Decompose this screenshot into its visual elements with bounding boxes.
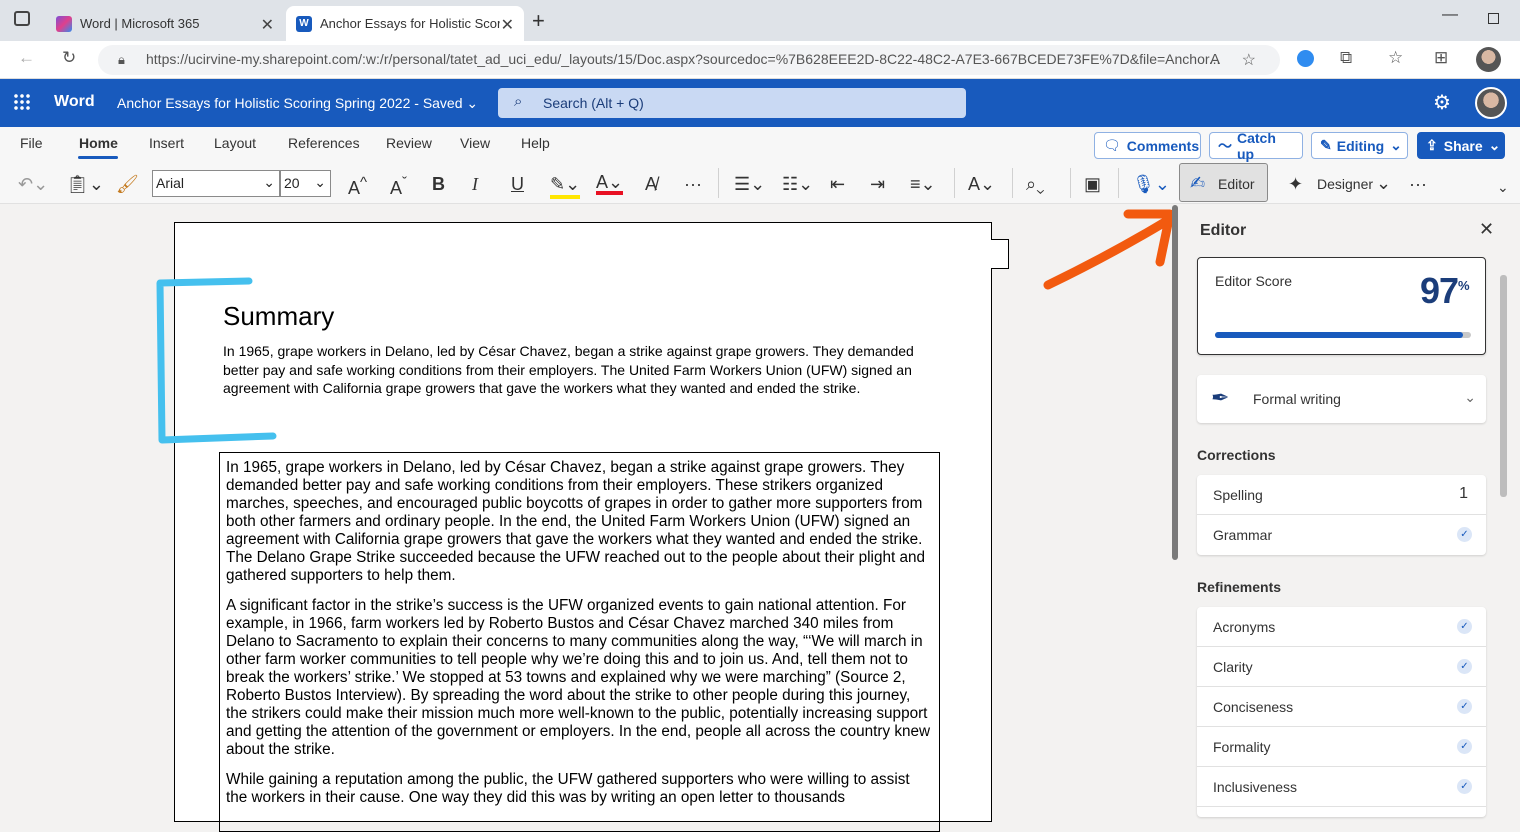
refinement-label: Clarity [1213,659,1253,675]
refinement-clarity[interactable]: Clarity ✓ [1197,647,1486,687]
score-label: Editor Score [1215,273,1293,289]
refinement-label: Conciseness [1213,699,1294,715]
refinement-inclusiveness[interactable]: Inclusiveness ✓ [1197,767,1486,807]
corrections-list: Spelling 1 Grammar ✓ [1197,475,1486,555]
highlight-bracket [156,277,277,444]
refinement-formality[interactable]: Formality ✓ [1197,727,1486,767]
close-icon[interactable]: ✕ [1479,219,1494,240]
pointer-arrow [1043,209,1175,290]
editor-score-card[interactable]: Editor Score 97% [1197,257,1486,355]
writing-style-label: Formal writing [1253,391,1341,407]
score-unit: % [1458,278,1470,293]
editor-pane-title: Editor [1200,222,1247,239]
refinements-heading: Refinements [1197,579,1282,595]
refinement-label: Acronyms [1213,619,1276,635]
fountain-pen-icon: ✒︎ [1211,385,1230,410]
chevron-down-icon: ⌄ [1464,389,1476,405]
refinement-label: Inclusiveness [1213,779,1298,795]
score-progress-track [1215,332,1471,338]
refinement-acronyms[interactable]: Acronyms ✓ [1197,607,1486,647]
correction-label: Grammar [1213,527,1273,543]
correction-grammar[interactable]: Grammar ✓ [1197,515,1486,555]
document-scrollbar[interactable] [1172,205,1178,560]
checkmark-icon: ✓ [1457,659,1472,674]
refinement-conciseness[interactable]: Conciseness ✓ [1197,687,1486,727]
correction-label: Spelling [1213,487,1263,503]
checkmark-icon: ✓ [1457,527,1472,542]
editor-pane-scrollbar[interactable] [1500,275,1507,497]
editor-pane: Editor ✕ Editor Score 97% ✒︎ Formal writ… [1183,205,1520,817]
score-number: 97 [1420,270,1459,311]
score-value: 97% [1420,270,1470,312]
checkmark-icon: ✓ [1457,619,1472,634]
correction-count: 1 [1459,485,1468,502]
correction-spelling[interactable]: Spelling 1 [1197,475,1486,515]
refinements-list: Acronyms ✓ Clarity ✓ Conciseness ✓ Formalit… [1197,607,1486,817]
writing-style-dropdown[interactable]: ✒︎ Formal writing ⌄ [1197,375,1486,423]
checkmark-icon: ✓ [1457,779,1472,794]
score-progress-fill [1215,332,1464,338]
refinement-label: Formality [1213,739,1271,755]
checkmark-icon: ✓ [1457,739,1472,754]
corrections-heading: Corrections [1197,447,1276,463]
checkmark-icon: ✓ [1457,699,1472,714]
